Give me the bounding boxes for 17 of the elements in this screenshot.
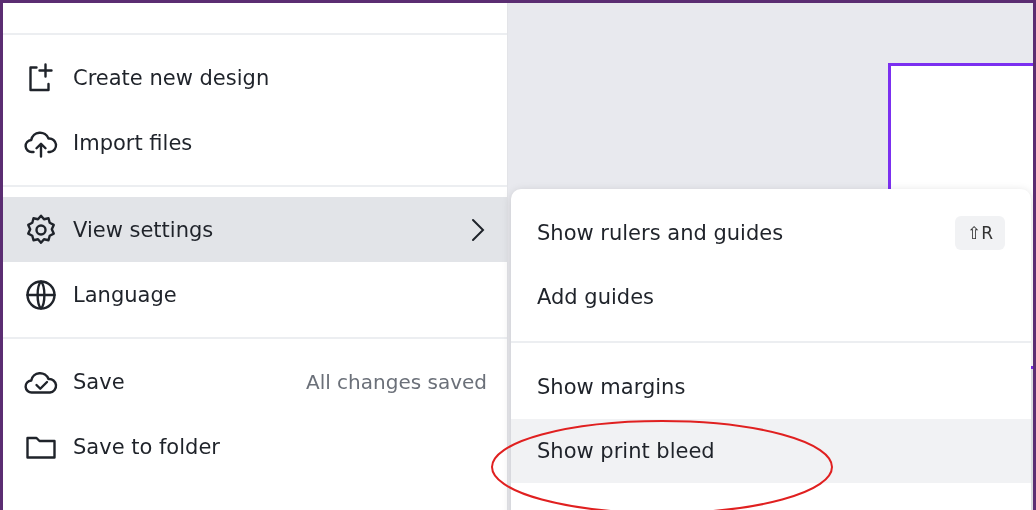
submenu-item-label: Show margins	[537, 375, 686, 399]
submenu-item-label: Show print bleed	[537, 439, 715, 463]
menu-item-label: Create new design	[73, 65, 270, 90]
submenu-item[interactable]: Show rulers and guides ⇧R	[511, 201, 1031, 265]
menu-item-label: Import files	[73, 130, 193, 155]
submenu-item-label: Add guides	[537, 285, 654, 309]
submenu-item[interactable]: Add guides	[511, 265, 1031, 329]
menu-item-label: View settings	[73, 217, 214, 242]
submenu-item-label: Show rulers and guides	[537, 221, 784, 245]
submenu-item[interactable]: Show margins	[511, 355, 1031, 419]
menu-item-label: Save to folder	[73, 434, 220, 459]
menu-item-label: Language	[73, 282, 177, 307]
save-status: All changes saved	[305, 369, 487, 394]
keyboard-shortcut: ⇧R	[954, 216, 1005, 250]
menu-item-label: Save	[73, 369, 125, 394]
submenu-item[interactable]: Show print bleed	[511, 419, 1031, 483]
menu-item[interactable]: View settings	[3, 197, 507, 262]
